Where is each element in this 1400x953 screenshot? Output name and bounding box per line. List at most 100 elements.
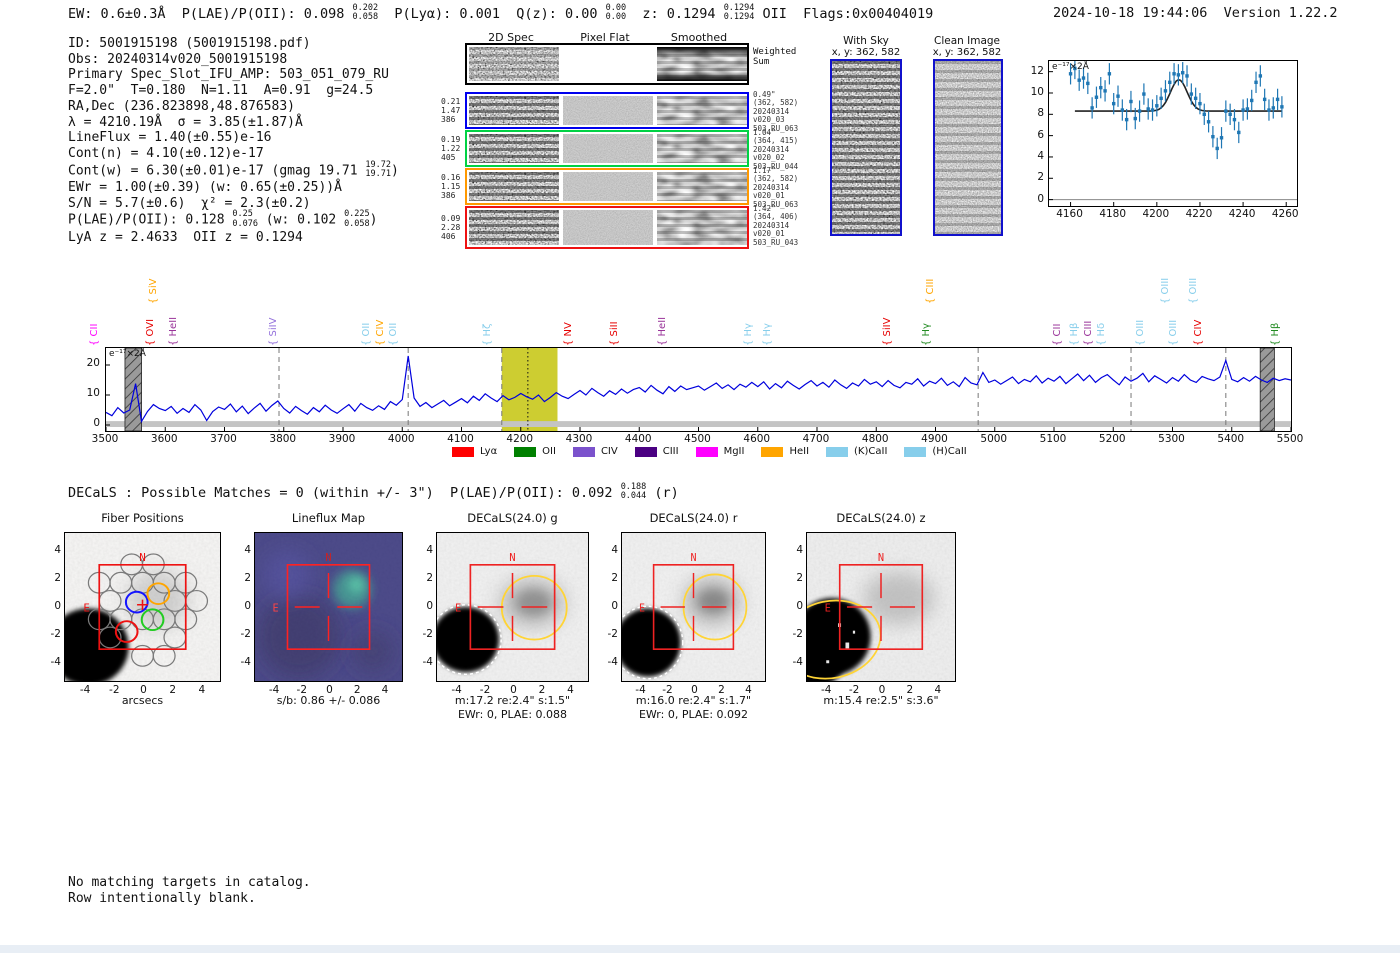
decals-g-caption1: m:17.2 re:2.4" s:1.5" xyxy=(454,694,571,707)
info-line: λ = 4210.19Å σ = 3.85(±1.87)Å xyxy=(68,114,303,130)
inset-xtick-label: 4160 xyxy=(1056,208,1083,220)
pixel-flat-image xyxy=(563,47,653,81)
emission-line-label: { HeII xyxy=(656,316,668,346)
emission-line-label: { CIV xyxy=(1193,319,1205,346)
emission-line-label: { Hβ xyxy=(1270,322,1282,346)
mainspec-ytick-label: 10 xyxy=(86,387,100,399)
masked-band xyxy=(1259,347,1275,432)
emission-line-label: { CII xyxy=(1052,323,1064,346)
north-label: N xyxy=(878,552,884,564)
inset-ytick-label: 6 xyxy=(1037,128,1044,141)
mainspec-xtick-label: 5300 xyxy=(1158,433,1185,445)
cutout-ytick-label: 0 xyxy=(796,600,803,612)
emission-line-label: { OIII xyxy=(1168,319,1180,346)
info-line: EWr = 1.00(±0.39) (w: 0.65(±0.25))Å xyxy=(68,179,342,195)
cutout-ytick-label: 2 xyxy=(426,571,433,584)
spec2d-panel xyxy=(465,43,749,249)
cutout-ytick-label: 0 xyxy=(611,600,618,612)
emission-line-label: { Hγ xyxy=(920,323,932,346)
legend-label: MgII xyxy=(723,446,745,457)
decals-g-caption2: EWr: 0, PLAE: 0.088 xyxy=(457,708,568,721)
spec2d-row-fiber-info: 1.04" (364, 415) 20240314 v020_02 503_RU_044 xyxy=(753,128,799,171)
spec2d-row-fiber-info: 1.42" (364, 406) 20240314 v020_01 503_RU_043 xyxy=(753,204,799,247)
mainspec-ylabel: e⁻¹⁷×2Å xyxy=(109,349,146,359)
emission-line-label: { Hζ xyxy=(482,323,494,347)
smoothed-image xyxy=(657,210,747,245)
legend-label: OII xyxy=(542,446,556,457)
spec2d-image xyxy=(469,96,559,125)
east-label: E xyxy=(272,602,278,614)
inset-xtick-label: 4260 xyxy=(1271,208,1299,220)
east-label: E xyxy=(825,602,831,614)
spec2d-row xyxy=(465,206,749,249)
info-line: P(LAE)/P(OII): 0.128 0.25 0.076 (w: 0.102… xyxy=(68,209,378,229)
mainspec-ytick-label: 20 xyxy=(86,357,100,369)
cutout-ytick-label: 4 xyxy=(796,543,803,556)
mainspec-xtick-label: 4500 xyxy=(684,433,711,445)
emission-line-label: { CIII xyxy=(1083,320,1095,346)
legend-item: (K)CaII xyxy=(826,446,887,457)
mainspec-xtick-label: 4400 xyxy=(624,433,652,445)
decals-z-caption1: m:15.4 re:2.5" s:3.6" xyxy=(823,694,939,707)
legend-item: OII xyxy=(514,446,556,457)
cutout-ytick-label: 2 xyxy=(796,571,803,584)
emission-line-label: { NV xyxy=(563,322,575,346)
emission-line-legend: Lyα OII CIV CIII MgII HeII (K)CaII (H)CaII xyxy=(452,446,967,457)
masked-band xyxy=(124,347,142,432)
elixer-report-page: EW: 0.6±0.3Å P(LAE)/P(OII): 0.098 0.202 0… xyxy=(0,0,1400,953)
legend-swatch xyxy=(761,446,784,457)
clean-image xyxy=(933,59,1003,236)
pixel-flat-image xyxy=(563,96,653,125)
decals-r-caption2: EWr: 0, PLAE: 0.092 xyxy=(638,708,749,721)
fiber-xlabel: arcsecs xyxy=(121,694,164,707)
detection-highlight-band xyxy=(501,348,558,431)
sup-sub-value: 0.25 0.076 xyxy=(232,209,258,229)
info-line: Primary Spec_Slot_IFU_AMP: 503_051_079_R… xyxy=(68,67,389,83)
emission-line-label: { SiIV xyxy=(267,317,279,346)
footer-notes: No matching targets in catalog. Row inten… xyxy=(68,875,311,906)
lineflux-caption: s/b: 0.86 +/- 0.086 xyxy=(276,694,381,707)
emission-line-label: { Hγ xyxy=(742,323,754,346)
lineflux-map-title: Lineflux Map xyxy=(291,511,366,525)
mainspec-xtick-label: 5200 xyxy=(1098,433,1126,445)
inset-ytick-label: 0 xyxy=(1037,192,1044,205)
spec2d-row xyxy=(465,43,749,85)
mainspec-xtick-label: 4100 xyxy=(447,433,474,445)
decals-summary-line: DECaLS : Possible Matches = 0 (within +/… xyxy=(68,482,679,502)
emission-line-label: { HeII xyxy=(168,316,180,346)
mainspec-xtick-label: 4800 xyxy=(861,433,889,445)
mainspec-xtick-label: 3600 xyxy=(150,433,178,445)
fiber-positions-title: Fiber Positions xyxy=(101,511,184,525)
mainspec-xtick-label: 4700 xyxy=(802,433,830,445)
cutout-ytick-label: -2 xyxy=(607,628,618,641)
legend-label: Lyα xyxy=(480,446,498,457)
inset-xtick-label: 4180 xyxy=(1099,208,1127,220)
mainspec-xtick-label: 5500 xyxy=(1276,433,1304,445)
cutout-ytick-label: 2 xyxy=(54,571,61,584)
legend-swatch xyxy=(634,446,657,457)
cutout-ytick-label: 2 xyxy=(244,571,251,584)
faint-source-blob xyxy=(127,570,189,630)
legend-item: Lyα xyxy=(452,446,497,457)
mainspec-xtick-label: 3900 xyxy=(328,433,356,445)
cutout-ytick-label: 0 xyxy=(54,600,61,612)
cutout-ytick-label: -4 xyxy=(240,656,251,669)
cutout-ytick-label: 4 xyxy=(244,543,251,556)
emission-line-label: { Hβ xyxy=(1068,322,1080,346)
inset-ytick-label: 10 xyxy=(1030,85,1044,98)
emission-line-label: { OII xyxy=(388,322,400,346)
footer-line: Row intentionally blank. xyxy=(68,890,256,906)
inset-ytick-label: 12 xyxy=(1030,64,1044,77)
line-fit-inset-plot xyxy=(1048,57,1298,207)
cutout-ytick-label: -4 xyxy=(792,656,803,669)
info-line: LyA z = 2.4633 OII z = 0.1294 xyxy=(68,229,303,245)
inset-ytick-label: 4 xyxy=(1037,149,1044,162)
spec2d-image xyxy=(469,134,559,163)
smoothed-image xyxy=(657,47,747,81)
sup-sub-value: 19.72 19.71 xyxy=(365,159,392,179)
mainspec-ytick-label: 0 xyxy=(93,417,100,429)
sup-sub-value: 0.188 0.044 xyxy=(620,482,647,502)
fiber-positions-plot: N E -4 -4 -2 -2 0 0 2 2 4 4 xyxy=(51,532,221,696)
smoothed-image xyxy=(657,172,747,201)
spec2d-row-weights: 0.21 1.47 386 xyxy=(441,96,461,125)
